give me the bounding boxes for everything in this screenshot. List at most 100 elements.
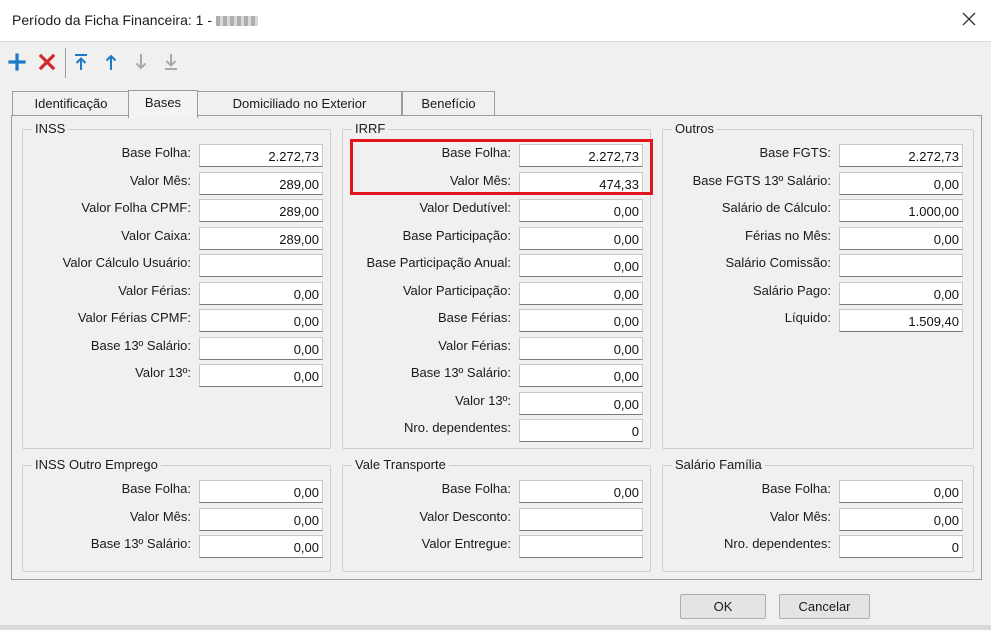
field-label: Base Folha: <box>761 481 831 496</box>
tab-identificacao[interactable]: Identificação <box>12 91 130 116</box>
base-fgts-13-salario-field[interactable]: 0,00 <box>839 171 963 195</box>
arrow-bottom-icon <box>165 54 177 70</box>
field-label: Base Folha: <box>121 481 191 496</box>
group-title-irrf: IRRF <box>352 121 389 137</box>
liquido-field[interactable]: 1.509,40 <box>839 309 963 332</box>
field-label: Salário Pago: <box>752 282 831 298</box>
move-first-button[interactable] <box>70 51 92 73</box>
form-row-nro-dependentes: Nro. dependentes: 0 <box>663 533 973 558</box>
field-label: Valor Mês: <box>449 172 511 188</box>
valor-folha-cpmf-field[interactable]: 289,00 <box>199 199 323 222</box>
field-label: Base 13º Salário: <box>90 536 191 551</box>
form-row-salario-comissao: Salário Comissão: <box>663 252 973 277</box>
field-label: Nro. dependentes: <box>724 536 831 551</box>
valor-entregue-field[interactable] <box>519 535 643 558</box>
base-13-salario-field[interactable]: 0,00 <box>519 364 643 387</box>
form-row-valor-calculo-usuario: Valor Cálculo Usuário: <box>23 252 330 277</box>
valor-participacao-field[interactable]: 0,00 <box>519 281 643 305</box>
valor-ferias-cpmf-field[interactable]: 0,00 <box>199 309 323 332</box>
field-label: Valor Mês: <box>129 508 191 524</box>
base-folha-field[interactable]: 0,00 <box>839 480 963 503</box>
field-label: Base Folha: <box>441 145 511 160</box>
field-label: Nro. dependentes: <box>404 420 511 435</box>
x-icon <box>38 53 56 71</box>
field-label: Base 13º Salário: <box>90 337 191 353</box>
field-label: Base Férias: <box>438 310 511 325</box>
move-up-button[interactable] <box>100 51 122 73</box>
valor-13-field[interactable]: 0,00 <box>199 364 323 387</box>
valor-ferias-field[interactable]: 0,00 <box>199 281 323 305</box>
base-ferias-field[interactable]: 0,00 <box>519 309 643 332</box>
field-label: Valor 13º: <box>455 392 511 408</box>
arrow-top-icon <box>75 54 87 70</box>
field-label: Valor Férias: <box>438 337 511 353</box>
base-folha-field[interactable]: 2.272,73 <box>519 144 643 167</box>
ferias-no-mes-field[interactable]: 0,00 <box>839 226 963 250</box>
delete-button[interactable] <box>36 51 58 73</box>
field-label: Base 13º Salário: <box>410 365 511 380</box>
field-label: Valor Desconto: <box>419 508 511 524</box>
form-row-base-participacao-anual: Base Participação Anual: 0,00 <box>343 252 650 277</box>
base-fgts-field[interactable]: 2.272,73 <box>839 144 963 167</box>
field-label: Base Participação Anual: <box>366 255 511 270</box>
form-row-base-13-salario: Base 13º Salário: 0,00 <box>23 335 330 360</box>
valor-calculo-usuario-field[interactable] <box>199 254 323 277</box>
base-13-salario-field[interactable]: 0,00 <box>199 535 323 558</box>
valor-dedutivel-field[interactable]: 0,00 <box>519 199 643 222</box>
nro-dependentes-field[interactable]: 0 <box>839 535 963 558</box>
field-label: Salário Comissão: <box>725 255 832 270</box>
cancel-button[interactable]: Cancelar <box>779 594 870 619</box>
base-folha-field[interactable]: 0,00 <box>199 480 323 503</box>
salario-comissao-field[interactable] <box>839 254 963 277</box>
form-row-valor-mes: Valor Mês: 0,00 <box>23 506 330 531</box>
close-button[interactable] <box>961 11 977 27</box>
field-label: Base Folha: <box>441 481 511 496</box>
plus-icon <box>8 53 26 71</box>
form-row-valor-mes: Valor Mês: 474,33 <box>343 170 650 195</box>
ok-button[interactable]: OK <box>680 594 766 619</box>
valor-mes-field[interactable]: 0,00 <box>199 507 323 531</box>
field-label: Valor Entregue: <box>421 536 511 551</box>
add-button[interactable] <box>6 51 28 73</box>
nro-dependentes-field[interactable]: 0 <box>519 419 643 442</box>
field-label: Valor Férias: <box>118 282 191 298</box>
base-folha-field[interactable]: 2.272,73 <box>199 144 323 167</box>
base-folha-field[interactable]: 0,00 <box>519 480 643 503</box>
form-row-base-13-salario: Base 13º Salário: 0,00 <box>23 533 330 558</box>
move-last-button[interactable] <box>160 51 182 73</box>
form-row-base-13-salario: Base 13º Salário: 0,00 <box>343 362 650 387</box>
field-label: Valor Mês: <box>769 508 831 524</box>
arrow-up-icon <box>105 54 117 70</box>
form-row-valor-desconto: Valor Desconto: <box>343 506 650 531</box>
field-label: Valor Caixa: <box>121 227 191 243</box>
group-vale-transporte: Vale Transporte Base Folha: 0,00 Valor Des… <box>342 457 651 572</box>
valor-mes-field[interactable]: 474,33 <box>519 171 643 195</box>
tab-bases[interactable]: Bases <box>128 90 198 118</box>
tab-beneficio[interactable]: Benefício <box>402 91 495 116</box>
valor-mes-field[interactable]: 289,00 <box>199 171 323 195</box>
field-label: Valor Mês: <box>129 172 191 188</box>
form-row-valor-entregue: Valor Entregue: <box>343 533 650 558</box>
title-bar: Período da Ficha Financeira: 1 - <box>0 0 991 42</box>
window-title: Período da Ficha Financeira: 1 - <box>12 12 258 28</box>
group-title-inss-outro-emprego: INSS Outro Emprego <box>32 457 161 473</box>
form-row-salario-de-calculo: Salário de Cálculo: 1.000,00 <box>663 197 973 222</box>
base-13-salario-field[interactable]: 0,00 <box>199 336 323 360</box>
salario-pago-field[interactable]: 0,00 <box>839 281 963 305</box>
salario-de-calculo-field[interactable]: 1.000,00 <box>839 199 963 222</box>
form-row-base-folha: Base Folha: 2.272,73 <box>23 142 330 167</box>
valor-desconto-field[interactable] <box>519 507 643 531</box>
valor-13-field[interactable]: 0,00 <box>519 391 643 415</box>
valor-mes-field[interactable]: 0,00 <box>839 507 963 531</box>
form-row-base-ferias: Base Férias: 0,00 <box>343 307 650 332</box>
tab-domiciliado-no-exterior[interactable]: Domiciliado no Exterior <box>197 91 402 116</box>
move-down-button[interactable] <box>130 51 152 73</box>
valor-caixa-field[interactable]: 289,00 <box>199 226 323 250</box>
base-participacao-anual-field[interactable]: 0,00 <box>519 254 643 277</box>
form-row-liquido: Líquido: 1.509,40 <box>663 307 973 332</box>
form-row-valor-ferias-cpmf: Valor Férias CPMF: 0,00 <box>23 307 330 332</box>
valor-ferias-field[interactable]: 0,00 <box>519 336 643 360</box>
base-participacao-field[interactable]: 0,00 <box>519 226 643 250</box>
group-title-salario-familia: Salário Família <box>672 457 765 473</box>
field-label: Férias no Mês: <box>745 227 831 243</box>
